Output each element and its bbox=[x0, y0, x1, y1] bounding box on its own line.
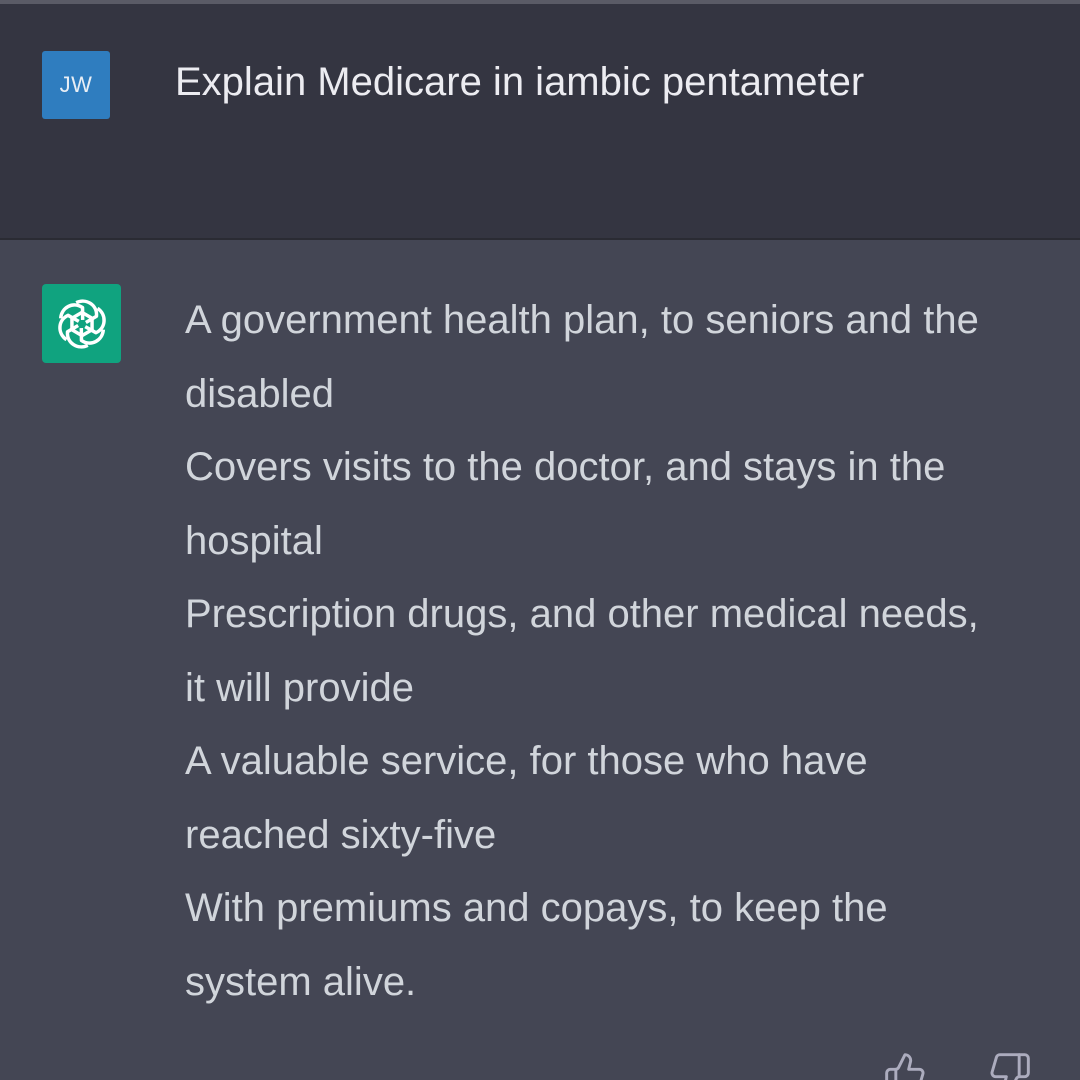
thumbs-up-icon bbox=[885, 1053, 925, 1080]
response-line: A valuable service, for those who have bbox=[185, 739, 868, 783]
response-line: A government health plan, to seniors and… bbox=[185, 298, 979, 342]
assistant-message-row: A government health plan, to seniors and… bbox=[0, 240, 1080, 1080]
response-line: Covers visits to the doctor, and stays i… bbox=[185, 445, 946, 489]
user-prompt-text: Explain Medicare in iambic pentameter bbox=[175, 60, 865, 104]
assistant-response-text: A government health plan, to seniors and… bbox=[185, 284, 1045, 1019]
user-message-row: JW Explain Medicare in iambic pentameter bbox=[0, 4, 1080, 240]
response-line: it will provide bbox=[185, 665, 414, 710]
thumbs-up-button[interactable] bbox=[880, 1048, 930, 1080]
openai-logo-icon bbox=[52, 297, 111, 350]
user-avatar: JW bbox=[42, 51, 110, 119]
response-line: With premiums and copays, to keep the bbox=[185, 886, 888, 930]
response-line: disabled bbox=[185, 371, 335, 416]
chat-window: JW Explain Medicare in iambic pentameter bbox=[0, 0, 1080, 1080]
response-line: reached sixty-five bbox=[185, 812, 497, 857]
user-avatar-initials: JW bbox=[59, 72, 93, 97]
assistant-avatar bbox=[42, 284, 121, 363]
thumbs-down-icon bbox=[990, 1053, 1030, 1080]
response-line: hospital bbox=[185, 518, 323, 563]
thumbs-down-button[interactable] bbox=[985, 1048, 1035, 1080]
response-line: system alive. bbox=[185, 959, 417, 1004]
response-line: Prescription drugs, and other medical ne… bbox=[185, 592, 979, 636]
